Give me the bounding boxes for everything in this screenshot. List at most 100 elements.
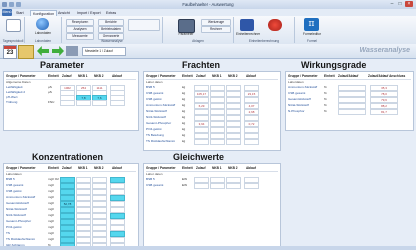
wirkungsgrade-row-label[interactable]: Gesamtstickstoff [288, 97, 311, 101]
parameter-value-cell[interactable] [76, 99, 91, 106]
wirkungsgrade-row-label[interactable]: Ammonium-Stickstoff [288, 85, 317, 89]
frachten-row-label[interactable]: CSB gelöst [146, 97, 161, 101]
konzentrationen-row-label[interactable]: Gesamt-Phosphor [6, 219, 31, 223]
konzentrationen-row-label[interactable]: TS Rücklaufschlamm [6, 237, 35, 241]
frachten-row-label[interactable]: TS Rücklaufschlamm [146, 139, 175, 143]
content-area: Parameter Gruppe / Parameter Einheit Zulau… [0, 59, 416, 250]
gleichwerte-header-3: NKB 1 [212, 166, 222, 170]
parameter-value-cell[interactable] [110, 99, 125, 106]
frachten-row-unit: kg [182, 139, 186, 143]
analysen-button[interactable]: Analysen [66, 26, 94, 33]
wirkungsgrade-row-label[interactable]: CSB gesamt [288, 91, 305, 95]
parameter-title: Parameter [40, 60, 85, 70]
gleichwerte-value-cell[interactable] [244, 182, 259, 189]
wirkungsgrade-header-2: Zulauf/Ablauf [338, 74, 359, 78]
minimize-button[interactable]: – [388, 1, 396, 7]
parameter-row-label[interactable]: Trübung [6, 100, 17, 104]
frachten-row-label[interactable]: Gesamt-Phosphor [146, 121, 171, 125]
konzentrationen-row-label[interactable]: TS [6, 231, 10, 235]
konzentrationen-row-label[interactable]: BSB 5 [6, 177, 15, 181]
berichte-button[interactable]: Berichte [98, 19, 124, 26]
frachten-row-label[interactable]: Nitrat-Stickstoff [146, 109, 167, 113]
auswertung-button[interactable] [128, 19, 160, 31]
frachten-row-label[interactable]: PO4-gelöst [146, 127, 161, 131]
wirkungsgrade-row-label[interactable]: Nitrat-Stickstoff [288, 103, 309, 107]
frachten-header-3: NKB 1 [212, 74, 222, 78]
frachten-row-label[interactable]: BSB 5 [146, 85, 155, 89]
parameter-header-0: Gruppe / Parameter [6, 74, 36, 78]
wirkungsgrade-row-label[interactable]: N-Phosphor [288, 109, 305, 113]
frachten-row-unit: kg [182, 133, 186, 137]
frachten-header-1: Einheit [182, 74, 193, 78]
frachten-row-label[interactable]: Ammonium-Stickstoff [146, 103, 175, 107]
folder-icon[interactable] [18, 45, 34, 59]
ribbon: Tagesprotokoll Labordaten Labordaten Rez… [0, 16, 416, 45]
parameter-header-4: NKB 2 [94, 74, 104, 78]
rezepturen-button[interactable]: Rezepturen [66, 19, 94, 26]
calculator-icon[interactable] [240, 19, 254, 31]
konzentrationen-row-label[interactable]: Ammonium-Stickstoff [6, 195, 35, 199]
parameter-row-unit: FNU [48, 100, 55, 104]
record-selector[interactable]: Messtelle 1 / Zulauf [82, 47, 126, 56]
maximize-button[interactable]: □ [396, 1, 404, 7]
parameter-row-label[interactable]: pH-Wert [6, 95, 17, 99]
frachten-row-unit: kg [182, 127, 186, 131]
frachten-row-label[interactable]: Nitrit-Stickstoff [146, 115, 166, 119]
konzentrationen-row-label[interactable]: PO4-gelöst [6, 225, 21, 229]
konzentrationen-row-label[interactable]: Gesamtstickstoff [6, 201, 29, 205]
protocol-icon[interactable] [6, 19, 21, 32]
konzentrationen-row-label[interactable]: Nitrit-Stickstoff [6, 213, 26, 217]
gleichwerte-header-0: Gruppe / Parameter [146, 166, 176, 170]
frachten-row-unit: kg [182, 85, 186, 89]
refresh-icon[interactable] [66, 46, 78, 56]
gleichwerte-row-label[interactable]: CSB gesamt [146, 183, 163, 187]
frachten-value-cell[interactable] [210, 138, 225, 145]
wirkungsgrade-row-unit: % [324, 109, 327, 113]
konzentrationen-header-4: NKB 2 [94, 166, 104, 170]
arrow-left-icon[interactable] [37, 46, 49, 56]
werkzeuge-button[interactable]: Werkzeuge [201, 19, 231, 26]
arrow-right-icon[interactable] [52, 46, 64, 56]
betriebsdaten-button[interactable]: Betriebsdaten [98, 26, 124, 33]
frachten-row-label[interactable]: CSB gesamt [146, 91, 163, 95]
frachten-value-cell[interactable] [244, 138, 259, 145]
frachten-row-label[interactable]: TS Belebung [146, 133, 164, 137]
parameter-row-label[interactable]: Leitfähigkeit 2 [6, 90, 25, 94]
gleichwerte-value-cell[interactable] [194, 182, 209, 189]
labordaten-icon[interactable] [36, 18, 49, 30]
parameter-value-cell[interactable] [60, 99, 75, 106]
frachten-panel: Gruppe / Parameter Einheit Zulauf NKB 1 NKB … [143, 71, 281, 151]
frachten-header-0: Gruppe / Parameter [146, 74, 176, 78]
parameter-panel: Gruppe / Parameter Einheit Zulauf NKB 1 NKB … [3, 71, 139, 131]
close-button[interactable]: × [405, 1, 413, 7]
app-menu-button[interactable]: Menü [2, 9, 12, 16]
gleichwerte-value-cell[interactable] [226, 182, 241, 189]
page-heading: Wasseranalyse [359, 47, 410, 54]
archive-icon[interactable] [178, 19, 195, 33]
gleichwerte-row-label[interactable]: BSB 5 [146, 177, 155, 181]
konzentrationen-header-3: NKB 1 [78, 166, 88, 170]
frachten-value-cell[interactable] [226, 138, 241, 145]
parameter-value-cell[interactable] [92, 99, 107, 106]
gleichwerte-value-cell[interactable] [210, 182, 225, 189]
wirkungsgrade-value-cell[interactable] [338, 108, 366, 115]
rechner-button[interactable]: Rechner [201, 26, 231, 33]
wirkungsgrade-value-cell[interactable]: 81,7 [370, 108, 398, 115]
gleichwerte-header-rule [146, 171, 278, 172]
konzentrationen-row-unit: mg/l [48, 207, 54, 211]
calendar-icon[interactable]: 23 [3, 45, 17, 59]
parameter-row-label[interactable]: Leitfähigkeit [6, 85, 23, 89]
pi-icon[interactable]: π [304, 18, 319, 31]
konzentrationen-header-2: Zulauf [62, 166, 72, 170]
unit-converter-icon[interactable] [268, 19, 282, 31]
gleichwerte-section-label: Labor daten [146, 172, 163, 176]
konzentrationen-header-1: Einheit [48, 166, 59, 170]
navigation-toolbar: 23 Messtelle 1 / Zulauf Wasseranalyse [0, 44, 416, 59]
konzentrationen-row-unit: mg/l [48, 237, 54, 241]
frachten-value-cell[interactable] [194, 138, 209, 145]
group-labordaten: Labordaten Labordaten [25, 17, 62, 43]
konzentrationen-row-label[interactable]: CSB gesamt [6, 183, 23, 187]
konzentrationen-row-label[interactable]: Nitrat-Stickstoff [6, 207, 27, 211]
konzentrationen-row-label[interactable]: CSB gelöst [6, 189, 21, 193]
window-title: Faulbehaelter - Auswertung [182, 2, 234, 7]
